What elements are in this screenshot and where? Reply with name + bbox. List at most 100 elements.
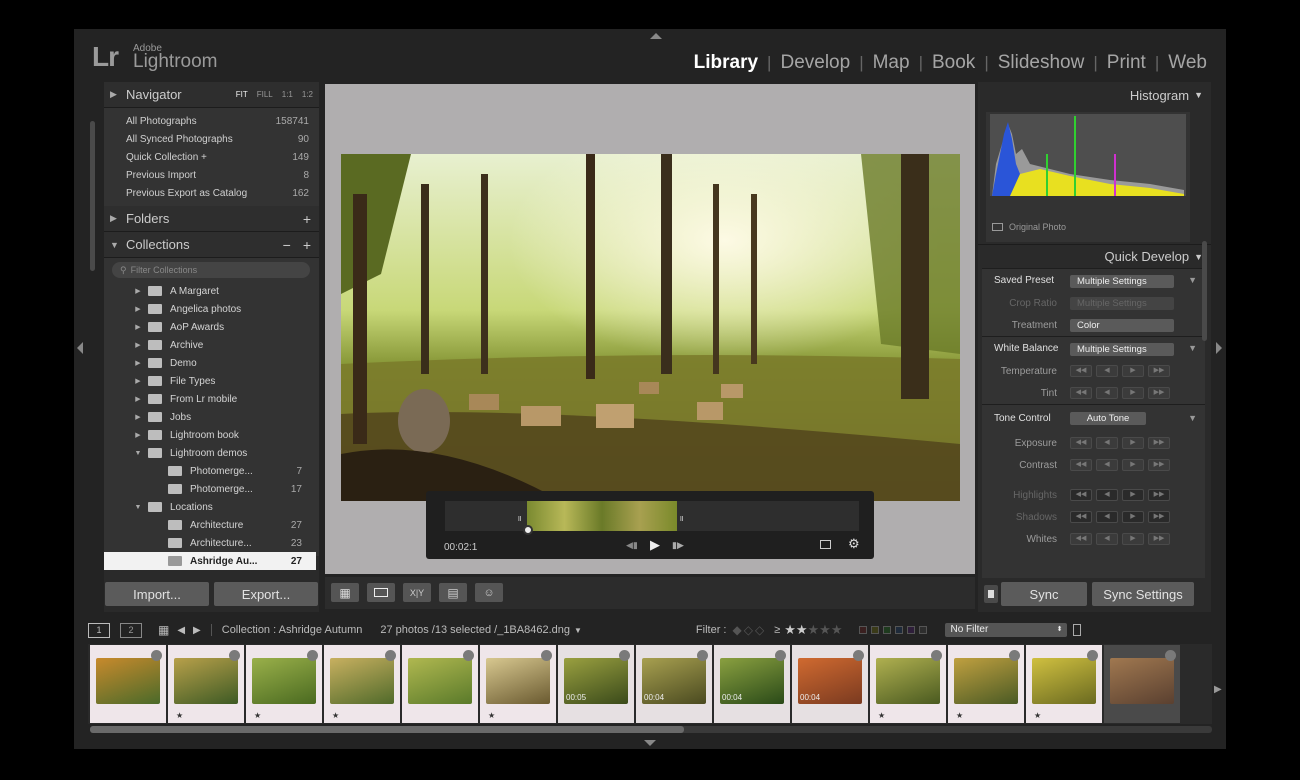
thumbnail-badge-icon[interactable] [463,650,474,661]
collection[interactable]: Architecture... 23 [104,534,316,552]
histogram-header[interactable]: Histogram ▼ [978,82,1211,108]
zoom-fit[interactable]: FIT [236,90,248,99]
whites-stepper[interactable]: ◀◀ ◀ ▶ ▶▶ [1070,533,1170,545]
shadows-stepper[interactable]: ◀◀ ◀ ▶ ▶▶ [1070,511,1170,523]
sync-button[interactable]: Sync [1001,582,1087,606]
filmstrip-thumbnail[interactable]: ★ [948,645,1024,723]
catalog-item[interactable]: Quick Collection + 149 [104,148,319,166]
people-view-icon[interactable]: ☺ [475,583,503,602]
thumbnail-badge-icon[interactable] [619,650,630,661]
trim-region[interactable] [527,501,677,531]
collection[interactable]: Photomerge... 17 [104,480,316,498]
second-screen-button[interactable]: 2 [120,622,142,638]
chevron-down-icon[interactable]: ▼ [1188,413,1197,423]
collection-set[interactable]: ▶ Jobs [104,408,316,426]
filmstrip-thumbnail[interactable]: 00:05 [558,645,634,723]
gear-icon[interactable]: ⚙ [848,536,860,552]
chevron-down-icon[interactable]: ▼ [1188,343,1197,353]
filmstrip-thumbnail[interactable]: ★ [246,645,322,723]
thumbnail-badge-icon[interactable] [775,650,786,661]
collection-set[interactable]: ▶ From Lr mobile [104,390,316,408]
filmstrip-scrollbar[interactable] [90,726,1212,733]
filmstrip-thumbnail[interactable]: ★ [870,645,946,723]
thumbnail-badge-icon[interactable] [697,650,708,661]
filmstrip-thumbnail[interactable] [90,645,166,723]
sync-toggle[interactable] [984,585,998,603]
catalog-item[interactable]: Previous Export as Catalog 162 [104,184,319,202]
thumbnail-badge-icon[interactable] [1165,650,1176,661]
flag-filter-icons[interactable]: ◆◇◇ [732,623,766,637]
filmstrip-thumbnail[interactable] [402,645,478,723]
module-map[interactable]: Map [864,52,919,74]
right-panel-toggle[interactable] [1216,342,1222,354]
thumbnail-badge-icon[interactable] [385,650,396,661]
trim-end-handle[interactable]: ॥ [679,513,684,524]
survey-view-icon[interactable]: ▤ [439,583,467,602]
zoom-1-1[interactable]: 1:1 [282,90,293,99]
trim-start-handle[interactable]: ॥ [517,513,522,524]
module-develop[interactable]: Develop [771,52,859,74]
collection-set[interactable]: ▶ File Types [104,372,316,390]
quick-develop-header[interactable]: Quick Develop ▼ [978,244,1211,268]
module-print[interactable]: Print [1098,52,1155,74]
collections-header[interactable]: ▼ Collections − + [104,232,319,258]
main-screen-button[interactable]: 1 [88,622,110,638]
collection-set[interactable]: ▶ Lightroom book [104,426,316,444]
left-panel-toggle[interactable] [77,342,83,354]
module-web[interactable]: Web [1159,52,1216,74]
filmstrip-thumbnail[interactable]: 00:04 [714,645,790,723]
thumbnail-badge-icon[interactable] [541,650,552,661]
rating-operator[interactable]: ≥ [774,624,780,636]
saved-preset-select[interactable]: Multiple Settings [1070,275,1174,288]
highlights-stepper[interactable]: ◀◀ ◀ ▶ ▶▶ [1070,489,1170,501]
collection-set[interactable]: ▶ AoP Awards [104,318,316,336]
histogram-graph[interactable] [990,114,1186,196]
top-panel-toggle[interactable] [650,33,662,39]
playhead[interactable] [523,525,533,535]
thumbnail-badge-icon[interactable] [853,650,864,661]
catalog-item[interactable]: All Synced Photographs 90 [104,130,319,148]
filmstrip-thumbnail[interactable]: 00:04 [792,645,868,723]
star-rating-filter[interactable]: ★★★★★ [784,622,842,638]
collection-selected[interactable]: Ashridge Au... 27 [104,552,316,570]
treatment-select[interactable]: Color [1070,318,1174,332]
left-scrollbar[interactable] [90,121,95,271]
import-button[interactable]: Import... [105,582,209,606]
collection[interactable]: Architecture 27 [104,516,316,534]
thumbnail-badge-icon[interactable] [151,650,162,661]
bottom-panel-toggle[interactable] [644,740,656,746]
zoom-fill[interactable]: FILL [257,90,273,99]
thumbnail-badge-icon[interactable] [931,650,942,661]
right-scrollbar[interactable] [1202,241,1207,341]
prev-frame-icon[interactable]: ◀▮ [626,540,638,551]
catalog-item[interactable]: All Photographs 158741 [104,112,319,130]
export-button[interactable]: Export... [214,582,318,606]
tint-stepper[interactable]: ◀◀ ◀ ▶ ▶▶ [1070,387,1170,399]
filmstrip-source[interactable]: Collection : Ashridge Autumn [210,624,362,636]
collection[interactable]: Photomerge... 7 [104,462,316,480]
add-collection-icon[interactable]: + [303,237,311,253]
filmstrip-thumbnail[interactable]: 00:04 [636,645,712,723]
zoom-1-2[interactable]: 1:2 [302,90,313,99]
back-arrow-icon[interactable]: ◀ [177,625,185,636]
thumbnail-badge-icon[interactable] [1087,650,1098,661]
filmstrip-thumbnail[interactable]: ★ [1026,645,1102,723]
filmstrip-thumbnail[interactable]: ★ [168,645,244,723]
thumbnail-badge-icon[interactable] [229,650,240,661]
filter-preset-select[interactable]: No Filter ⬍ [944,623,1067,637]
collection-set[interactable]: ▶ Archive [104,336,316,354]
temperature-stepper[interactable]: ◀◀ ◀ ▶ ▶▶ [1070,365,1170,377]
filter-collections-input[interactable]: ⚲ Filter Collections [112,262,310,278]
module-book[interactable]: Book [923,52,984,74]
chevron-down-icon[interactable]: ▼ [1188,275,1197,285]
color-label-filter[interactable] [858,626,927,634]
frame-capture-icon[interactable] [820,540,831,549]
grid-view-icon[interactable]: ▦ [331,583,359,602]
add-folder-icon[interactable]: + [303,211,311,227]
module-slideshow[interactable]: Slideshow [989,52,1094,74]
filter-lock-icon[interactable] [1072,624,1081,636]
collection-set[interactable]: ▶ Angelica photos [104,300,316,318]
folders-header[interactable]: ▶ Folders + [104,206,319,232]
forward-arrow-icon[interactable]: ▶ [193,625,201,636]
play-icon[interactable]: ▶ [650,537,660,553]
